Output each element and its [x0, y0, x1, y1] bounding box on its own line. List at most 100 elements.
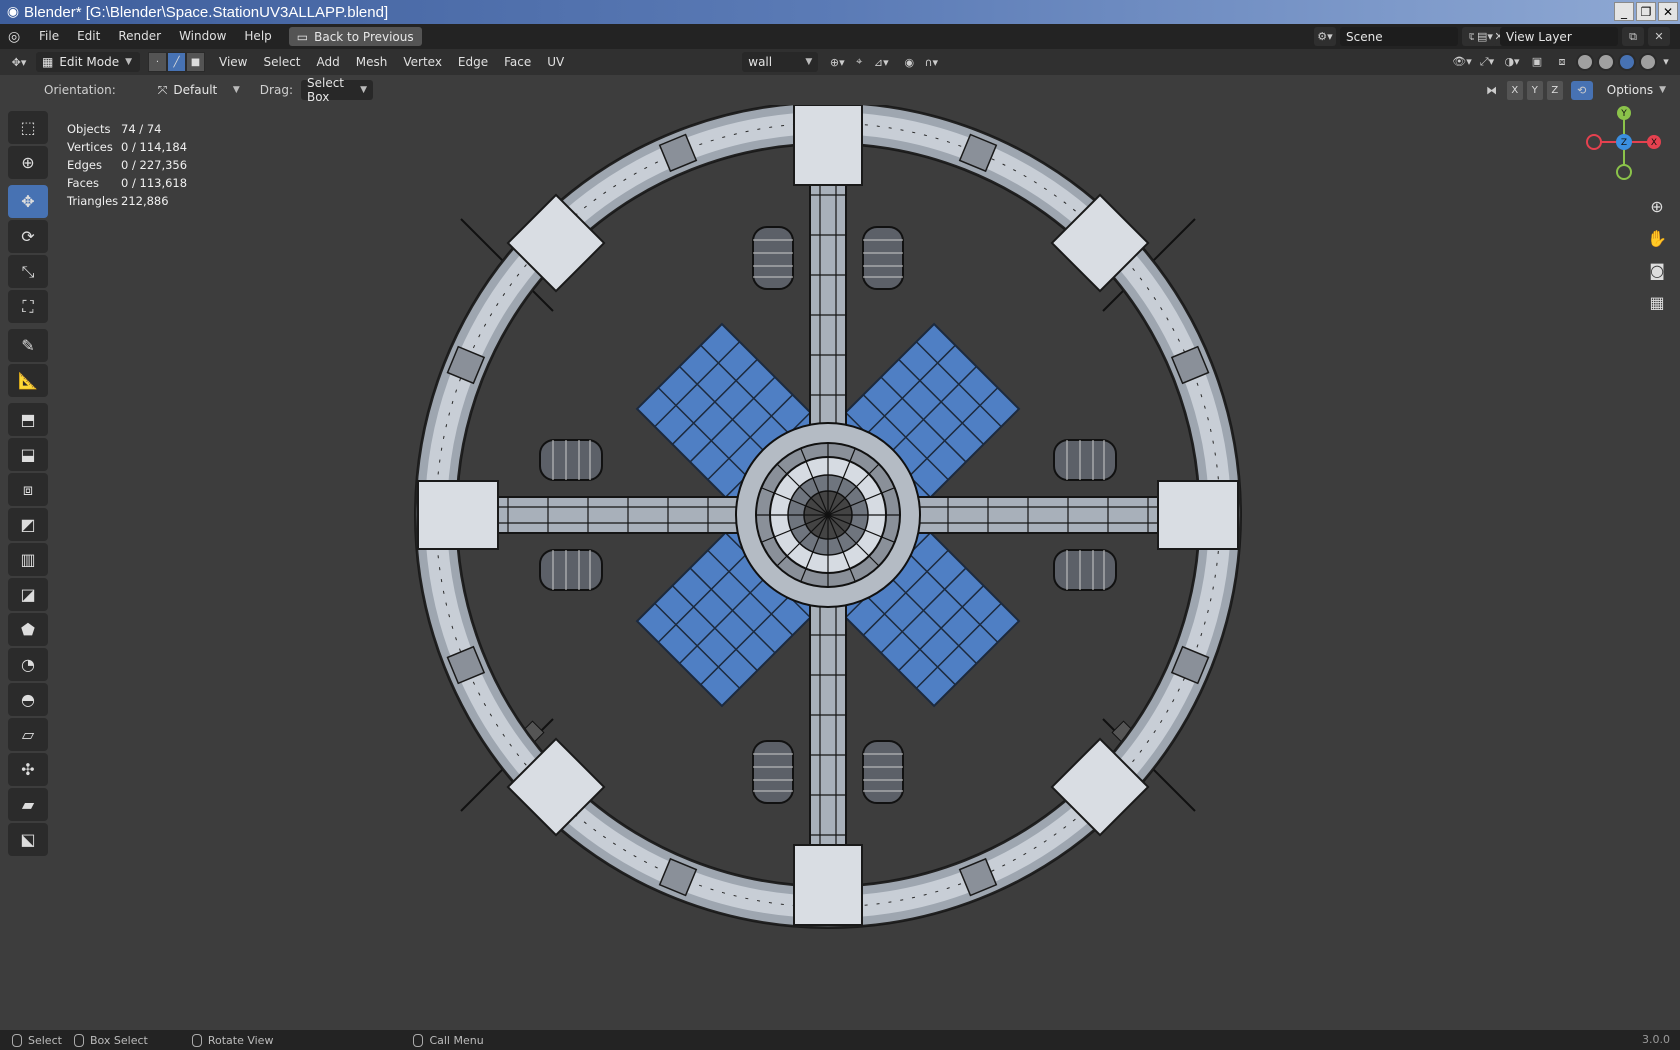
mirror-options-group: ⧓ X Y Z ⟲ Options ▼ — [1481, 80, 1672, 100]
move-tool-icon[interactable]: ✥ — [8, 185, 48, 218]
delete-view-layer-icon[interactable]: ✕ — [1648, 27, 1670, 46]
wireframe-shading-icon[interactable] — [1576, 52, 1594, 71]
snap-target-icon[interactable]: ⊿▾ — [870, 53, 892, 72]
orientation-dropdown[interactable]: ⤧ Default ▼ — [152, 80, 246, 100]
menu-render[interactable]: Render — [109, 24, 170, 49]
chevron-down-icon: ▼ — [805, 57, 813, 67]
drag-dropdown[interactable]: Select Box ▼ — [300, 76, 373, 104]
mirror-icon: ⧓ — [1486, 83, 1498, 97]
auto-merge-icon[interactable]: ⟲ — [1570, 80, 1593, 100]
scene-name-field[interactable]: Scene — [1340, 27, 1458, 46]
viewport-shading-group: 👁▾ ⤢▾ ◑▾ ▣ ⧈ ▾ — [1451, 52, 1672, 71]
annotate-tool-icon[interactable]: ✎ — [8, 329, 48, 362]
cursor-tool-icon[interactable]: ⊕ — [8, 146, 48, 179]
vertex-select-icon[interactable]: · — [148, 52, 167, 72]
blender-menu-icon[interactable]: ◎ — [8, 29, 30, 45]
status-call-menu-label: Call Menu — [429, 1033, 484, 1047]
header-menu-add[interactable]: Add — [309, 55, 348, 69]
view-layer-name-field[interactable]: View Layer — [1500, 27, 1618, 46]
rendered-shading-icon[interactable] — [1639, 52, 1657, 71]
inset-tool-icon[interactable]: ⧈ — [8, 473, 48, 506]
zoom-icon[interactable]: ⊕ — [1644, 193, 1670, 219]
add-cube-tool-icon[interactable]: ⬒ — [8, 403, 48, 436]
chevron-down-icon: ▼ — [1659, 85, 1666, 95]
viewport-header: ✥▾ ▦ Edit Mode ▼ · ╱ ■ View Select Add M… — [0, 49, 1680, 75]
uv-map-dropdown[interactable]: wall ▼ — [742, 52, 819, 72]
header-menu-face[interactable]: Face — [496, 55, 539, 69]
grid-icon[interactable]: ▦ — [1644, 289, 1670, 315]
status-rotate-view: Rotate View — [191, 1033, 273, 1047]
xray-icon[interactable]: ⧈ — [1551, 52, 1573, 71]
mode-dropdown[interactable]: ▦ Edit Mode ▼ — [36, 52, 140, 72]
header-menu-select[interactable]: Select — [255, 55, 308, 69]
edge-slide-tool-icon[interactable]: ▱ — [8, 718, 48, 751]
back-to-previous-button[interactable]: ▭ Back to Previous — [288, 27, 422, 46]
falloff-icon[interactable]: ∩▾ — [920, 53, 942, 72]
scene-browse-icon[interactable]: ⚙▾ — [1314, 27, 1336, 46]
menu-file[interactable]: File — [30, 24, 68, 49]
shading-options-icon[interactable]: ▾ — [1660, 52, 1672, 71]
visibility-icon[interactable]: 👁▾ — [1451, 52, 1473, 71]
space-station-mesh[interactable] — [0, 105, 1680, 1030]
solid-shading-icon[interactable] — [1597, 52, 1615, 71]
mirror-z-toggle[interactable]: Z — [1546, 80, 1563, 100]
mesh-overlays-icon[interactable]: ▣ — [1526, 52, 1548, 71]
header-menu-uv[interactable]: UV — [539, 55, 572, 69]
edge-select-icon[interactable]: ╱ — [167, 52, 186, 72]
snap-icon[interactable]: ⌖ — [848, 53, 870, 72]
menu-window[interactable]: Window — [170, 24, 235, 49]
loop-cut-tool-icon[interactable]: ▥ — [8, 543, 48, 576]
pivot-point-icon[interactable]: ⊕▾ — [826, 53, 848, 72]
face-select-icon[interactable]: ■ — [186, 52, 205, 72]
menu-help[interactable]: Help — [235, 24, 280, 49]
stat-value: 74 / 74 — [121, 122, 162, 136]
tank — [862, 740, 904, 804]
knife-tool-icon[interactable]: ◪ — [8, 578, 48, 611]
smooth-tool-icon[interactable]: ◓ — [8, 683, 48, 716]
navigation-gizmo[interactable]: Y X Z — [1570, 105, 1680, 195]
shrink-fatten-tool-icon[interactable]: ✣ — [8, 753, 48, 786]
minimize-button[interactable]: _ — [1614, 2, 1634, 21]
window-titlebar: ◉ Blender* [G:\Blender\Space.StationUV3A… — [0, 0, 1680, 24]
extrude-tool-icon[interactable]: ⬓ — [8, 438, 48, 471]
tool-settings-bar: Orientation: ⤧ Default ▼ Drag: Select Bo… — [0, 75, 1680, 105]
restore-button[interactable]: ❐ — [1636, 2, 1656, 21]
status-box-select-label: Box Select — [89, 1033, 148, 1047]
menu-edit[interactable]: Edit — [68, 24, 109, 49]
scale-tool-icon[interactable]: ⤡ — [8, 255, 48, 288]
chevron-down-icon: ▼ — [360, 85, 367, 95]
overlays-icon[interactable]: ◑▾ — [1501, 52, 1523, 71]
header-menu-vertex[interactable]: Vertex — [395, 55, 450, 69]
spin-tool-icon[interactable]: ◔ — [8, 648, 48, 681]
select-box-tool-icon[interactable]: ⬚ — [8, 111, 48, 144]
shear-tool-icon[interactable]: ▰ — [8, 788, 48, 821]
mouse-middle-icon — [191, 1033, 202, 1047]
pan-hand-icon[interactable]: ✋ — [1644, 225, 1670, 251]
measure-tool-icon[interactable]: 📐 — [8, 364, 48, 397]
header-menu-edge[interactable]: Edge — [450, 55, 496, 69]
close-button[interactable]: ✕ — [1658, 2, 1678, 21]
rotate-tool-icon[interactable]: ⟳ — [8, 220, 48, 253]
edit-mode-icon: ▦ — [42, 55, 54, 69]
camera-icon[interactable]: ◙ — [1644, 257, 1670, 283]
bevel-tool-icon[interactable]: ◩ — [8, 508, 48, 541]
drag-value: Select Box — [306, 76, 345, 104]
chevron-down-icon: ▼ — [232, 85, 240, 95]
transform-tool-icon[interactable]: ⛶ — [8, 290, 48, 323]
header-menu-mesh[interactable]: Mesh — [348, 55, 396, 69]
new-view-layer-icon[interactable]: ⧉ — [1622, 27, 1644, 46]
options-dropdown[interactable]: Options ▼ — [1601, 80, 1672, 100]
poly-build-tool-icon[interactable]: ⬟ — [8, 613, 48, 646]
header-menu-view[interactable]: View — [211, 55, 255, 69]
3d-viewport[interactable]: ⬚ ⊕ ✥ ⟳ ⤡ ⛶ ✎ 📐 ⬒ ⬓ ⧈ ◩ ▥ ◪ ⬟ ◔ ◓ ▱ ✣ ▰ … — [0, 105, 1680, 1030]
ring-hub-top — [793, 105, 863, 186]
material-shading-icon[interactable] — [1618, 52, 1636, 71]
mirror-y-toggle[interactable]: Y — [1526, 80, 1543, 100]
stat-label: Faces — [67, 176, 99, 190]
proportional-edit-icon[interactable]: ◉ — [898, 53, 920, 72]
gizmo-toggle-icon[interactable]: ⤢▾ — [1476, 52, 1498, 71]
editor-type-icon[interactable]: ✥▾ — [8, 53, 30, 72]
mirror-x-toggle[interactable]: X — [1506, 80, 1523, 100]
rip-region-tool-icon[interactable]: ⬕ — [8, 823, 48, 856]
view-layer-browse-icon[interactable]: ▤▾ — [1474, 27, 1496, 46]
